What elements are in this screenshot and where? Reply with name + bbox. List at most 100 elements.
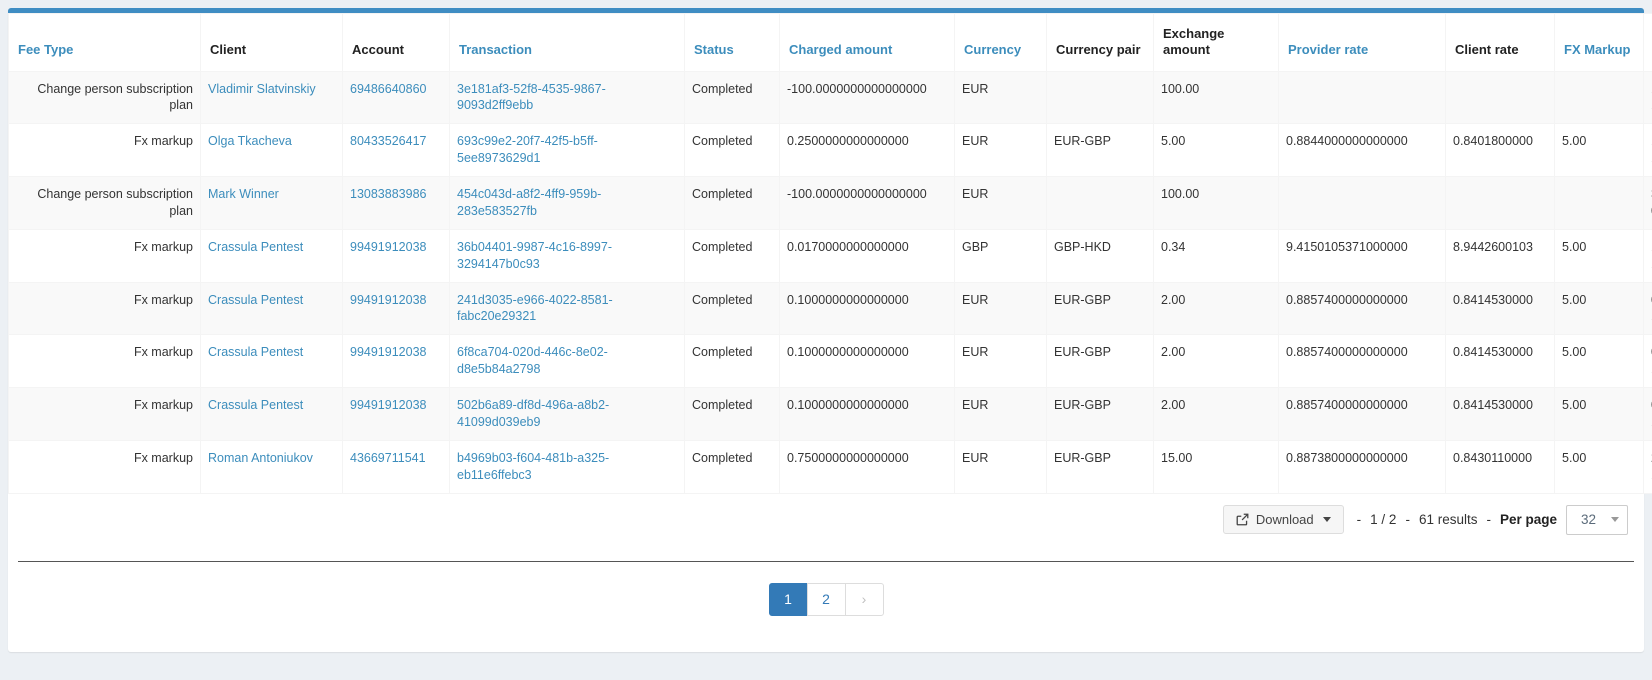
- cell-currency_pair: EUR-GBP: [1047, 124, 1154, 177]
- col-header-provider_rate[interactable]: Provider rate: [1279, 14, 1446, 72]
- client-link[interactable]: Olga Tkacheva: [208, 134, 292, 148]
- client-link[interactable]: Crassula Pentest: [208, 345, 303, 359]
- table-header-row: Fee TypeClientAccountTransactionStatusCh…: [9, 14, 1652, 72]
- account-link[interactable]: 99491912038: [350, 345, 426, 359]
- cell-charged_amount: 0.1000000000000000: [780, 388, 955, 441]
- cell-charged_at: 11.03.2023 13:17:18: [1644, 229, 1652, 282]
- cell-currency: EUR: [955, 71, 1047, 124]
- cell-account: 99491912038: [343, 229, 450, 282]
- col-header-label: Transaction: [459, 42, 532, 57]
- cell-client: Olga Tkacheva: [201, 124, 343, 177]
- col-header-label: Fee Type: [18, 42, 73, 57]
- caret-down-icon: [1323, 517, 1331, 522]
- cell-exchange_amount: 2.00: [1154, 282, 1279, 335]
- cell-fx_markup: 5.00: [1555, 124, 1644, 177]
- account-link[interactable]: 69486640860: [350, 82, 426, 96]
- col-header-label: Currency pair: [1056, 42, 1141, 57]
- separator: -: [1405, 512, 1410, 527]
- cell-exchange_amount: 0.34: [1154, 229, 1279, 282]
- separator: -: [1486, 512, 1491, 527]
- cell-charged_at: 02.03.2023 11:27:15: [1644, 282, 1652, 335]
- transaction-link[interactable]: b4969b03-f604-481b-a325-eb11e6ffebc3: [457, 451, 609, 482]
- divider: [18, 561, 1634, 562]
- transaction-link[interactable]: 241d3035-e966-4022-8581-fabc20e29321: [457, 293, 613, 324]
- cell-charged_amount: -100.0000000000000000: [780, 177, 955, 230]
- transaction-link[interactable]: 36b04401-9987-4c16-8997-3294147b0c93: [457, 240, 612, 271]
- cell-status: Completed: [685, 177, 780, 230]
- account-link[interactable]: 43669711541: [350, 451, 426, 465]
- cell-transaction: 693c99e2-20f7-42f5-b5ff-5ee8973629d1: [450, 124, 685, 177]
- client-link[interactable]: Crassula Pentest: [208, 293, 303, 307]
- per-page-select[interactable]: 32: [1566, 505, 1628, 535]
- page-button-2[interactable]: 2: [807, 583, 846, 616]
- next-page-button[interactable]: ›: [845, 583, 884, 616]
- cell-provider_rate: [1279, 177, 1446, 230]
- cell-charged_at: 17.04.2023 13:38:38: [1644, 71, 1652, 124]
- cell-client_rate: [1446, 177, 1555, 230]
- cell-client: Crassula Pentest: [201, 388, 343, 441]
- cell-account: 99491912038: [343, 282, 450, 335]
- cell-charged_amount: -100.0000000000000000: [780, 71, 955, 124]
- col-header-label: FX Markup: [1564, 42, 1630, 57]
- cell-currency: EUR: [955, 177, 1047, 230]
- col-header-fee_type[interactable]: Fee Type: [9, 14, 201, 72]
- page-indicator: 1 / 2: [1370, 512, 1396, 527]
- col-header-charged_at[interactable]: Charged At↑: [1644, 14, 1652, 72]
- cell-fx_markup: 5.00: [1555, 388, 1644, 441]
- cell-client: Vladimir Slatvinskiy: [201, 71, 343, 124]
- client-link[interactable]: Mark Winner: [208, 187, 279, 201]
- download-button[interactable]: Download: [1223, 505, 1344, 534]
- client-link[interactable]: Crassula Pentest: [208, 398, 303, 412]
- transaction-link[interactable]: 693c99e2-20f7-42f5-b5ff-5ee8973629d1: [457, 134, 598, 165]
- transaction-link[interactable]: 3e181af3-52f8-4535-9867-9093d2ff9ebb: [457, 82, 606, 113]
- transaction-link[interactable]: 502b6a89-df8d-496a-a8b2-41099d039eb9: [457, 398, 609, 429]
- cell-charged_amount: 0.0170000000000000: [780, 229, 955, 282]
- cell-currency_pair: EUR-GBP: [1047, 388, 1154, 441]
- cell-fee_type: Fx markup: [9, 124, 201, 177]
- account-link[interactable]: 99491912038: [350, 240, 426, 254]
- cell-transaction: 502b6a89-df8d-496a-a8b2-41099d039eb9: [450, 388, 685, 441]
- client-link[interactable]: Crassula Pentest: [208, 240, 303, 254]
- cell-currency_pair: EUR-GBP: [1047, 440, 1154, 493]
- transaction-link[interactable]: 6f8ca704-020d-446c-8e02-d8e5b84a2798: [457, 345, 608, 376]
- client-link[interactable]: Roman Antoniukov: [208, 451, 313, 465]
- cell-client: Crassula Pentest: [201, 282, 343, 335]
- cell-fee_type: Change person subscription plan: [9, 177, 201, 230]
- cell-exchange_amount: 100.00: [1154, 177, 1279, 230]
- table-row: Fx markupCrassula Pentest994919120386f8c…: [9, 335, 1652, 388]
- cell-provider_rate: 9.4150105371000000: [1279, 229, 1446, 282]
- account-link[interactable]: 13083883986: [350, 187, 426, 201]
- pagination: 12›: [8, 583, 1644, 616]
- cell-currency_pair: EUR-GBP: [1047, 335, 1154, 388]
- col-header-fx_markup[interactable]: FX Markup: [1555, 14, 1644, 72]
- cell-currency_pair: EUR-GBP: [1047, 282, 1154, 335]
- account-link[interactable]: 80433526417: [350, 134, 426, 148]
- client-link[interactable]: Vladimir Slatvinskiy: [208, 82, 316, 96]
- cell-status: Completed: [685, 440, 780, 493]
- table-row: Fx markupCrassula Pentest99491912038502b…: [9, 388, 1652, 441]
- cell-fee_type: Fx markup: [9, 229, 201, 282]
- cell-transaction: 241d3035-e966-4022-8581-fabc20e29321: [450, 282, 685, 335]
- col-header-label: Account: [352, 42, 404, 57]
- cell-currency_pair: GBP-HKD: [1047, 229, 1154, 282]
- cell-client: Roman Antoniukov: [201, 440, 343, 493]
- col-header-currency[interactable]: Currency: [955, 14, 1047, 72]
- page-button-1[interactable]: 1: [769, 583, 808, 616]
- cell-client: Mark Winner: [201, 177, 343, 230]
- cell-client_rate: 0.8401800000: [1446, 124, 1555, 177]
- col-header-status[interactable]: Status: [685, 14, 780, 72]
- cell-status: Completed: [685, 229, 780, 282]
- transaction-link[interactable]: 454c043d-a8f2-4ff9-959b-283e583527fb: [457, 187, 601, 218]
- col-header-transaction[interactable]: Transaction: [450, 14, 685, 72]
- account-link[interactable]: 99491912038: [350, 398, 426, 412]
- fees-table: Fee TypeClientAccountTransactionStatusCh…: [8, 13, 1652, 494]
- cell-charged_amount: 0.1000000000000000: [780, 335, 955, 388]
- cell-currency_pair: [1047, 177, 1154, 230]
- cell-transaction: b4969b03-f604-481b-a325-eb11e6ffebc3: [450, 440, 685, 493]
- table-body: Change person subscription plan Vladimir …: [9, 71, 1652, 493]
- account-link[interactable]: 99491912038: [350, 293, 426, 307]
- table-row: Fx markupCrassula Pentest99491912038241d…: [9, 282, 1652, 335]
- cell-currency: EUR: [955, 440, 1047, 493]
- cell-fx_markup: 5.00: [1555, 335, 1644, 388]
- col-header-charged_amount[interactable]: Charged amount: [780, 14, 955, 72]
